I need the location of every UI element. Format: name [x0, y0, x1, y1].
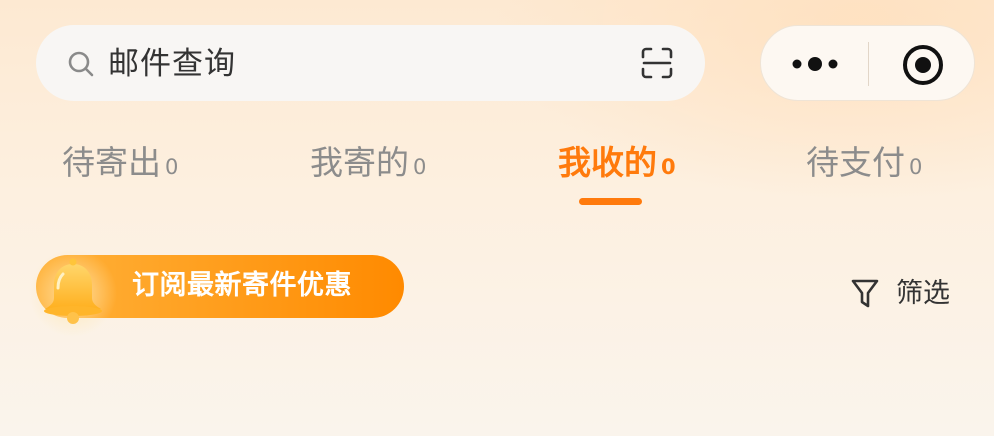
subscribe-promo-label: 订阅最新寄件优惠: [132, 270, 352, 301]
capsule-divider: [868, 42, 869, 86]
tab-count: 0: [909, 155, 923, 179]
tab-pending-send[interactable]: 待寄出 0: [62, 135, 178, 195]
tab-label: 我寄的: [310, 143, 409, 182]
tab-count: 0: [661, 155, 676, 179]
tab-count: 0: [165, 155, 179, 179]
tab-bar: 待寄出 0 我寄的 0 我收的 0 待支付 0: [0, 135, 994, 215]
filter-button[interactable]: 筛选: [850, 274, 950, 314]
search-icon: [68, 51, 94, 77]
tab-label: 待支付: [806, 143, 905, 182]
tab-active-indicator: [579, 198, 642, 205]
tab-sent[interactable]: 我寄的 0: [310, 135, 426, 195]
tab-label: 待寄出: [62, 143, 161, 182]
tab-received[interactable]: 我收的 0: [558, 135, 676, 195]
tab-pending-payment[interactable]: 待支付 0: [806, 135, 922, 195]
more-icon[interactable]: [789, 50, 841, 78]
search-bar[interactable]: 邮件查询: [36, 25, 705, 101]
bell-icon: [29, 249, 117, 337]
record-icon[interactable]: [901, 43, 945, 87]
search-input[interactable]: 邮件查询: [108, 44, 236, 84]
filter-icon: [851, 279, 879, 308]
filter-label: 筛选: [896, 278, 950, 309]
tab-count: 0: [413, 155, 427, 179]
tab-label: 我收的: [558, 143, 657, 182]
mini-program-capsule: [760, 25, 975, 101]
scan-icon[interactable]: [639, 45, 675, 81]
